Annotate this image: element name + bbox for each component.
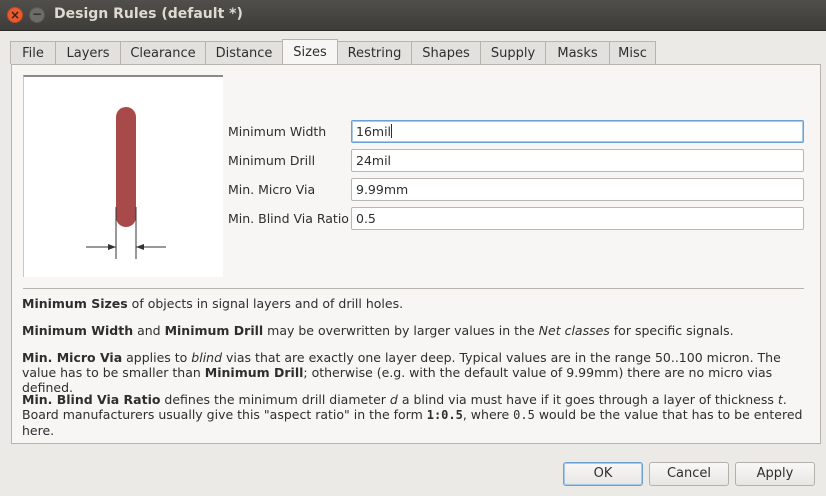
min-blind-via-ratio-value: 0.5 — [356, 211, 376, 226]
separator — [23, 288, 804, 289]
tab-restring[interactable]: Restring — [337, 41, 412, 64]
arrow-left-icon — [136, 244, 144, 250]
min-micro-via-label: Min. Micro Via — [228, 182, 316, 197]
tab-masks[interactable]: Masks — [545, 41, 610, 64]
text-caret — [391, 124, 393, 138]
help-paragraph-sizes: Minimum Sizes of objects in signal layer… — [22, 296, 404, 311]
minimum-drill-label: Minimum Drill — [228, 153, 316, 168]
min-width-illustration — [23, 75, 223, 277]
help-paragraph-blind-via-ratio: Min. Blind Via Ratio defines the minimum… — [22, 392, 803, 438]
tab-supply[interactable]: Supply — [480, 41, 546, 64]
close-icon[interactable]: × — [7, 7, 23, 23]
tab-file[interactable]: File — [10, 41, 56, 64]
tab-layers[interactable]: Layers — [55, 41, 121, 64]
minimum-width-input[interactable]: 16mil — [351, 120, 804, 143]
minimum-drill-input[interactable]: 24mil — [351, 149, 804, 172]
min-micro-via-input[interactable]: 9.99mm — [351, 178, 804, 201]
help-paragraph-micro-via: Min. Micro Via applies to blind vias tha… — [22, 350, 781, 395]
minimum-width-label: Minimum Width — [228, 124, 327, 139]
tab-misc[interactable]: Misc — [609, 41, 656, 64]
ok-button[interactable]: OK — [563, 462, 643, 486]
apply-button[interactable]: Apply — [735, 462, 815, 486]
trace-diagram — [86, 107, 166, 259]
title-bar: × − Design Rules (default *) — [0, 0, 826, 31]
min-micro-via-value: 9.99mm — [356, 182, 409, 197]
help-paragraph-width-drill: Minimum Width and Minimum Drill may be o… — [22, 323, 734, 338]
tab-clearance[interactable]: Clearance — [120, 41, 206, 64]
cancel-button[interactable]: Cancel — [649, 462, 729, 486]
sizes-panel: Minimum Width 16mil Minimum Drill 24mil … — [11, 64, 821, 444]
min-blind-via-ratio-label: Min. Blind Via Ratio — [228, 211, 349, 226]
tab-shapes[interactable]: Shapes — [411, 41, 481, 64]
window-title: Design Rules (default *) — [54, 6, 243, 22]
minimum-width-value: 16mil — [356, 124, 392, 139]
tab-sizes[interactable]: Sizes — [282, 39, 338, 64]
minimum-drill-value: 24mil — [356, 153, 392, 168]
arrow-right-icon — [108, 244, 116, 250]
trace-shape — [116, 107, 136, 227]
minimize-icon[interactable]: − — [29, 7, 45, 23]
tab-distance[interactable]: Distance — [205, 41, 283, 64]
min-blind-via-ratio-input[interactable]: 0.5 — [351, 207, 804, 230]
